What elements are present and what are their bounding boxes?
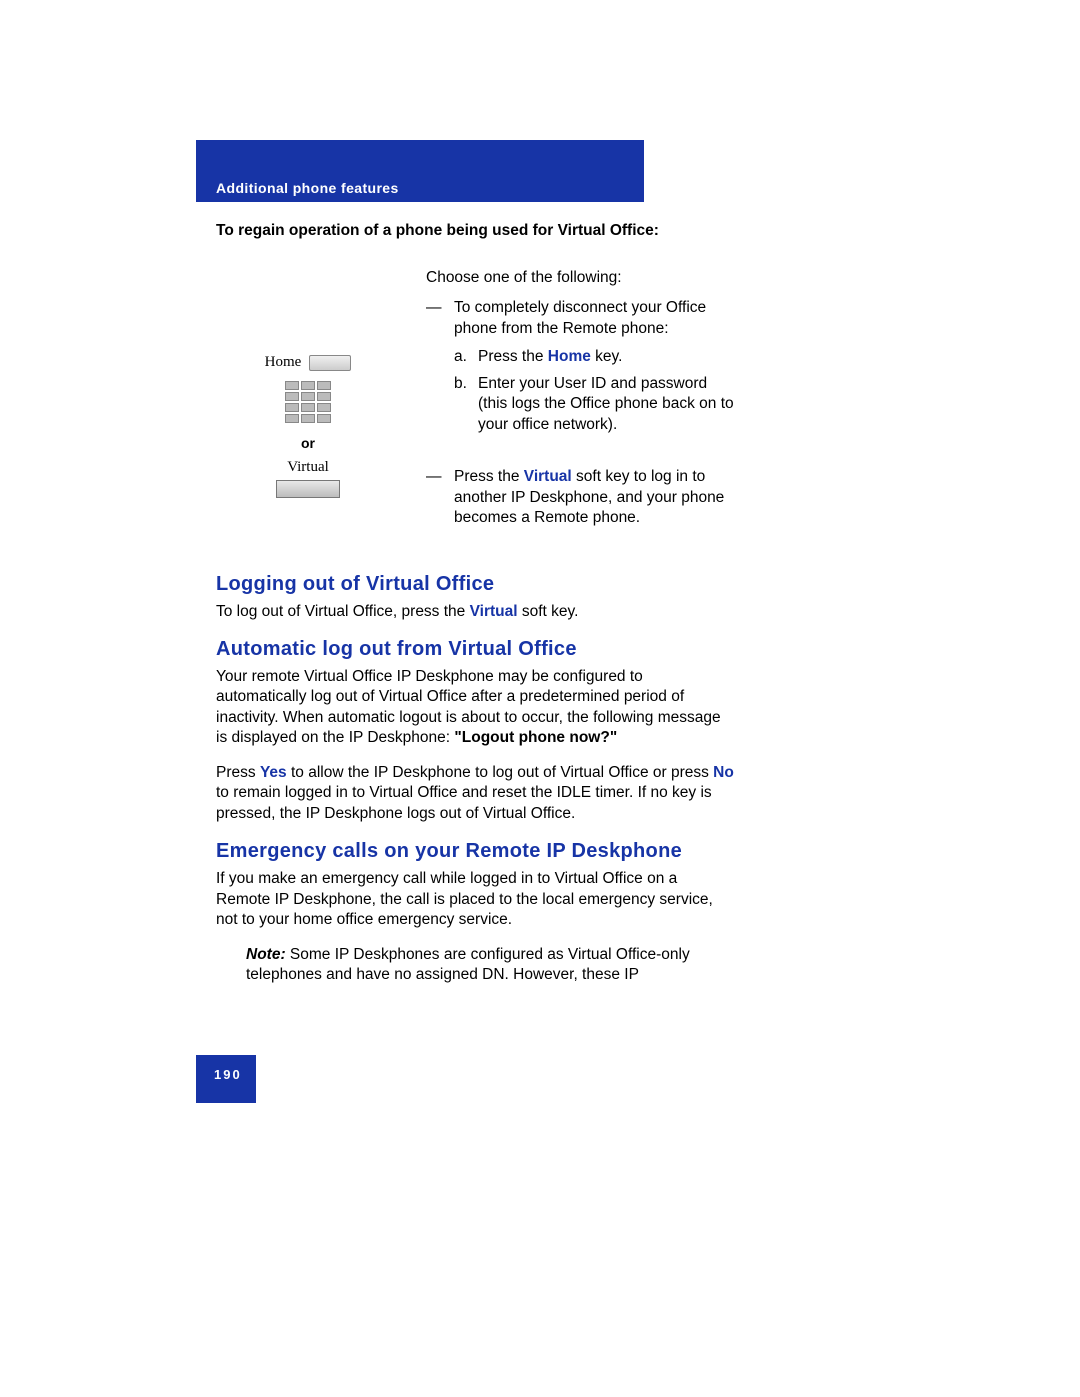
auto-logout-paragraph-1: Your remote Virtual Office IP Deskphone … <box>216 667 734 749</box>
logout-prompt-text: "Logout phone now?" <box>454 729 617 746</box>
page-footer-block: 190 <box>196 1055 256 1103</box>
virtual-key-ref: Virtual <box>524 468 572 485</box>
logging-out-heading: Logging out of Virtual Office <box>216 573 734 596</box>
option-2: Press the Virtual soft key to log in to … <box>426 467 734 528</box>
virtual-softkey-icon <box>276 480 340 498</box>
phone-controls-graphic: Home or Virtual <box>216 268 400 537</box>
instruction-columns: Home or Virtual Choose one of the follow <box>216 268 734 537</box>
virtual-key-label: Virtual <box>216 459 400 476</box>
emergency-paragraph: If you make an emergency call while logg… <box>216 869 734 930</box>
emergency-heading: Emergency calls on your Remote IP Deskph… <box>216 840 734 863</box>
choose-intro: Choose one of the following: <box>426 268 734 288</box>
instruction-text: Choose one of the following: To complete… <box>426 268 734 537</box>
page-content: To regain operation of a phone being use… <box>216 222 734 985</box>
no-key-ref: No <box>713 764 734 781</box>
header-section-label: Additional phone features <box>216 180 399 196</box>
home-key-icon <box>309 355 351 371</box>
logging-out-paragraph: To log out of Virtual Office, press the … <box>216 602 734 622</box>
option-1-intro: To completely disconnect your Office pho… <box>454 299 706 336</box>
option-1-step-b: Enter your User ID and password (this lo… <box>426 374 734 435</box>
option-1-step-a: Press the Home key. <box>426 347 734 367</box>
home-key-ref: Home <box>548 348 591 365</box>
auto-logout-heading: Automatic log out from Virtual Office <box>216 638 734 661</box>
or-label: or <box>216 435 400 451</box>
note-label: Note: <box>246 946 286 963</box>
virtual-key-ref-2: Virtual <box>470 603 518 620</box>
keypad-icon <box>216 379 400 431</box>
regain-title: To regain operation of a phone being use… <box>216 222 734 240</box>
home-key-graphic: Home <box>216 354 400 371</box>
header-banner: Additional phone features <box>196 140 644 202</box>
home-key-label: Home <box>265 354 302 371</box>
document-page: Additional phone features To regain oper… <box>0 0 1080 1397</box>
option-1: To completely disconnect your Office pho… <box>426 298 734 339</box>
page-number: 190 <box>214 1067 242 1082</box>
emergency-note: Note: Some IP Deskphones are configured … <box>216 945 734 986</box>
yes-key-ref: Yes <box>260 764 287 781</box>
auto-logout-paragraph-2: Press Yes to allow the IP Deskphone to l… <box>216 763 734 824</box>
